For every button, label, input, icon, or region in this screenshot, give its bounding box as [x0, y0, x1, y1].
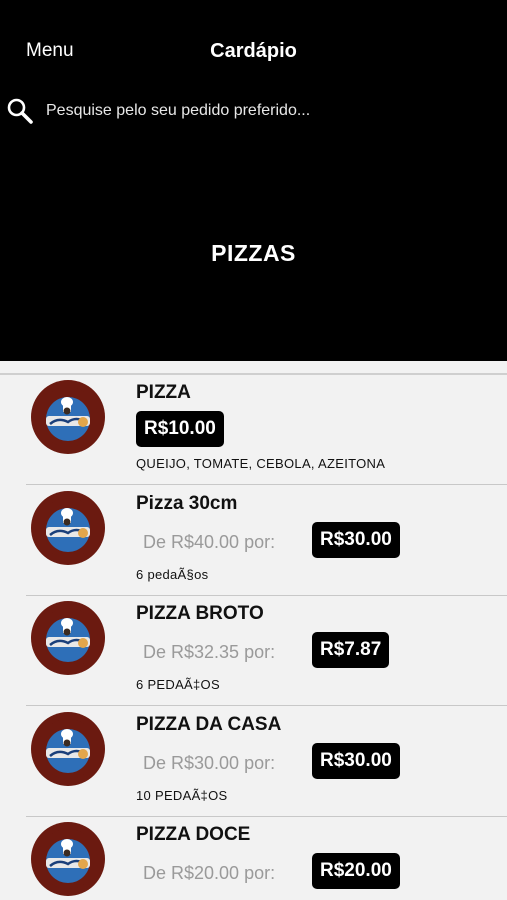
item-price-badge: R$30.00: [312, 521, 400, 558]
search-bar[interactable]: [6, 96, 501, 126]
page-title: Cardápio: [210, 40, 297, 62]
item-old-price: De R$20.00 por:: [143, 863, 276, 883]
list-item[interactable]: Pizza 30cm De R$40.00 por: R$30.00 6 pedaÃ§…: [26, 485, 507, 596]
item-description: QUEIJO, TOMATE, CEBOLA, AZEITONA: [136, 456, 386, 471]
restaurant-logo-icon: [31, 711, 105, 786]
list-item[interactable]: PIZZA DA CASA De R$30.00 por: R$30.00 10 PE…: [26, 706, 507, 817]
item-price-badge: R$7.87: [312, 632, 390, 668]
top-header: Menu Cardápio PIZZAS: [0, 0, 507, 361]
list-item[interactable]: PIZZA R$10.00 QUEIJO, TOMATE, CEBOLA, AZEI…: [26, 374, 507, 485]
restaurant-logo-icon: [31, 601, 105, 675]
menu-button[interactable]: Menu: [26, 40, 74, 62]
restaurant-logo-icon: [31, 490, 105, 565]
restaurant-logo-icon: [31, 822, 105, 896]
item-price-badge: R$10.00: [136, 411, 224, 447]
item-old-price: De R$40.00 por:: [143, 531, 276, 552]
page-title-wrapper: Cardápio: [0, 40, 507, 63]
item-name: PIZZA DA CASA: [136, 713, 282, 735]
item-name: PIZZA BROTO: [136, 603, 264, 624]
menu-item-list[interactable]: PIZZA R$10.00 QUEIJO, TOMATE, CEBOLA, AZEI…: [0, 361, 507, 900]
item-old-price: De R$30.00 por:: [143, 752, 276, 773]
item-name: Pizza 30cm: [136, 492, 238, 514]
item-price-badge: R$20.00: [312, 853, 400, 889]
item-name: PIZZA DOCE: [136, 824, 251, 845]
item-price-badge: R$30.00: [312, 742, 400, 779]
search-input[interactable]: [46, 102, 466, 120]
category-title: PIZZAS: [211, 240, 296, 266]
item-name: PIZZA: [136, 382, 191, 403]
item-description: 10 PEDAÃ‡OS: [136, 787, 228, 803]
list-item[interactable]: PIZZA DOCE De R$20.00 por: R$20.00: [26, 816, 507, 900]
item-description: 6 pedaÃ§os: [136, 566, 209, 582]
item-description: 6 PEDAÃ‡OS: [136, 677, 220, 692]
list-item[interactable]: PIZZA BROTO De R$32.35 por: R$7.87 6 PEDAÃ‡…: [26, 595, 507, 706]
restaurant-logo-icon: [31, 380, 105, 454]
item-old-price: De R$32.35 por:: [143, 642, 276, 662]
search-icon[interactable]: [6, 97, 34, 125]
